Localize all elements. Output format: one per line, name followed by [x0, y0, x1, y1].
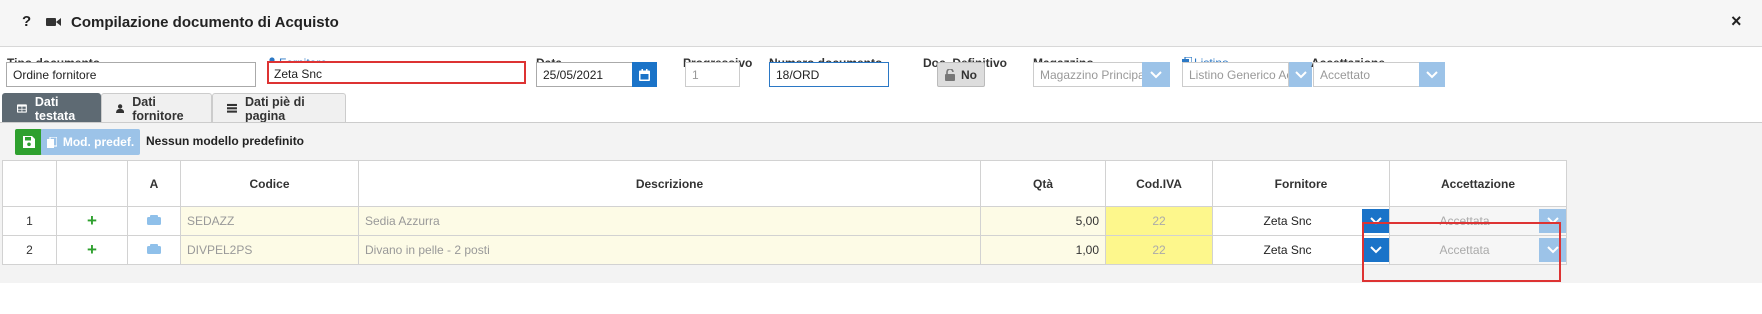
list-icon — [227, 103, 237, 113]
column-header-a[interactable]: A — [127, 160, 181, 207]
accettazione-cell[interactable]: Accettata — [1389, 235, 1567, 265]
user-icon — [116, 104, 125, 114]
close-button[interactable]: × — [1731, 11, 1742, 32]
row-number: 2 — [2, 235, 57, 265]
add-row-button[interactable]: + — [56, 235, 128, 265]
accettazione-dropdown-button[interactable] — [1539, 209, 1566, 233]
fornitore-field[interactable]: Zeta Snc — [267, 61, 526, 84]
window-titlebar: ? Compilazione documento di Acquisto × — [0, 0, 1762, 47]
qta-cell[interactable]: 5,00 — [980, 206, 1106, 236]
table-icon — [17, 104, 27, 113]
fornitore-cell-value: Zeta Snc — [1263, 243, 1312, 257]
rows-table: A Codice Descrizione Qtà Cod.IVA Fornito… — [2, 160, 1567, 265]
mod-predef-status: Nessun modello predefinito — [146, 134, 305, 148]
tab-dati-fornitore[interactable]: Dati fornitore — [101, 93, 212, 123]
accettazione-dropdown-button[interactable] — [1539, 238, 1566, 262]
fornitore-cell-value: Zeta Snc — [1263, 214, 1312, 228]
qta-cell[interactable]: 1,00 — [980, 235, 1106, 265]
table-header-row: A Codice Descrizione Qtà Cod.IVA Fornito… — [2, 160, 1567, 207]
cod-iva-cell[interactable]: 22 — [1105, 235, 1213, 265]
listino-dropdown-button[interactable] — [1289, 62, 1312, 87]
tab-label: Dati fornitore — [132, 94, 184, 123]
cod-iva-cell[interactable]: 22 — [1105, 206, 1213, 236]
add-row-button[interactable]: + — [56, 206, 128, 236]
article-icon-cell[interactable] — [127, 206, 181, 236]
chevron-down-icon — [1369, 246, 1382, 254]
chevron-down-icon — [1546, 217, 1559, 225]
tab-dati-pie-di-pagina[interactable]: Dati piè di pagina — [212, 93, 346, 123]
column-header-descrizione[interactable]: Descrizione — [358, 160, 981, 207]
row-number: 1 — [2, 206, 57, 236]
column-header-add — [56, 160, 128, 207]
listino-select[interactable]: Listino Generico Acc — [1182, 62, 1289, 87]
descrizione-cell[interactable]: Divano in pelle - 2 posti — [358, 235, 981, 265]
column-header-num — [2, 160, 57, 207]
fornitore-cell[interactable]: Zeta Snc — [1212, 235, 1390, 265]
magazzino-dropdown-button[interactable] — [1142, 62, 1170, 87]
fornitore-cell[interactable]: Zeta Snc — [1212, 206, 1390, 236]
chevron-down-icon — [1546, 246, 1559, 254]
grid-empty-area — [0, 283, 1762, 314]
accettazione-dropdown-button[interactable] — [1419, 62, 1445, 87]
fornitore-dropdown-button[interactable] — [1362, 209, 1389, 233]
fornitore-dropdown-button[interactable] — [1362, 238, 1389, 262]
magazzino-select[interactable]: Magazzino Principal — [1033, 62, 1143, 87]
accettazione-select[interactable]: Accettato — [1313, 62, 1420, 87]
doc-definitivo-toggle[interactable]: No — [937, 62, 985, 87]
tipo-documento-field[interactable]: Ordine fornitore — [6, 62, 256, 87]
mod-predef-button[interactable]: Mod. predef. — [41, 129, 140, 155]
accettazione-cell[interactable]: Accettata — [1389, 206, 1567, 236]
window-title: Compilazione documento di Acquisto — [71, 14, 339, 31]
data-field[interactable]: 25/05/2021 — [536, 62, 633, 87]
help-button[interactable]: ? — [22, 13, 31, 30]
tab-label: Dati piè di pagina — [244, 94, 305, 123]
article-icon-cell[interactable] — [127, 235, 181, 265]
tab-label: Dati testata — [34, 94, 76, 123]
chevron-down-icon — [1426, 70, 1438, 78]
unlock-icon — [945, 68, 955, 81]
mod-predef-label: Mod. predef. — [62, 135, 135, 149]
codice-cell[interactable]: DIVPEL2PS — [180, 235, 359, 265]
numero-documento-field[interactable]: 18/ORD — [769, 62, 889, 87]
accettazione-cell-value: Accettata — [1439, 243, 1490, 257]
floppy-disk-icon — [22, 136, 35, 148]
column-header-accettazione[interactable]: Accettazione — [1389, 160, 1567, 207]
calendar-button[interactable] — [632, 62, 657, 87]
codice-cell[interactable]: SEDAZZ — [180, 206, 359, 236]
chevron-down-icon — [1150, 70, 1162, 78]
video-camera-icon — [46, 18, 61, 26]
tab-dati-testata[interactable]: Dati testata — [2, 93, 101, 123]
table-row: 2 + DIVPEL2PS Divano in pelle - 2 posti … — [2, 235, 1567, 265]
column-header-codice[interactable]: Codice — [180, 160, 359, 207]
chevron-down-icon — [1369, 217, 1382, 225]
descrizione-cell[interactable]: Sedia Azzurra — [358, 206, 981, 236]
calendar-icon — [639, 68, 650, 81]
doc-definitivo-value: No — [961, 67, 977, 82]
box-icon — [147, 244, 161, 254]
box-icon — [147, 215, 161, 225]
table-row: 1 + SEDAZZ Sedia Azzurra 5,00 22 Zeta Sn… — [2, 206, 1567, 236]
accettazione-cell-value: Accettata — [1439, 214, 1490, 228]
column-header-qta[interactable]: Qtà — [980, 160, 1106, 207]
column-header-cod-iva[interactable]: Cod.IVA — [1105, 160, 1213, 207]
column-header-fornitore[interactable]: Fornitore — [1212, 160, 1390, 207]
progressivo-field: 1 — [685, 62, 740, 87]
copy-icon — [46, 136, 57, 148]
chevron-down-icon — [1294, 70, 1307, 78]
save-button[interactable] — [15, 129, 42, 155]
